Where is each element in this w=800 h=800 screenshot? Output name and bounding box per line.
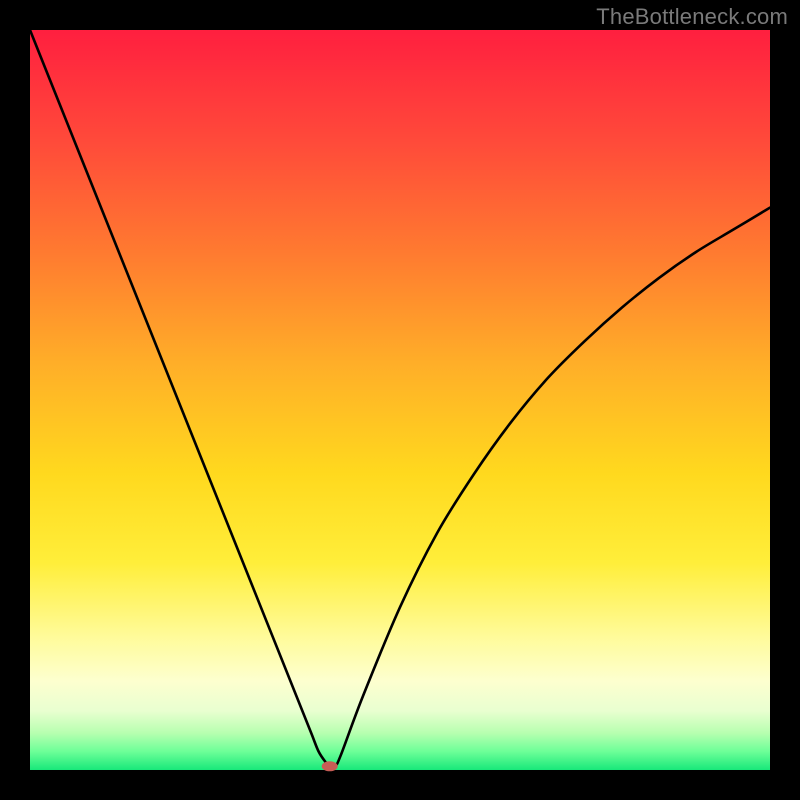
bottleneck-chart xyxy=(0,0,800,800)
plot-background xyxy=(30,30,770,770)
chart-frame: TheBottleneck.com xyxy=(0,0,800,800)
watermark-text: TheBottleneck.com xyxy=(596,4,788,30)
optimal-point-marker xyxy=(322,761,338,771)
